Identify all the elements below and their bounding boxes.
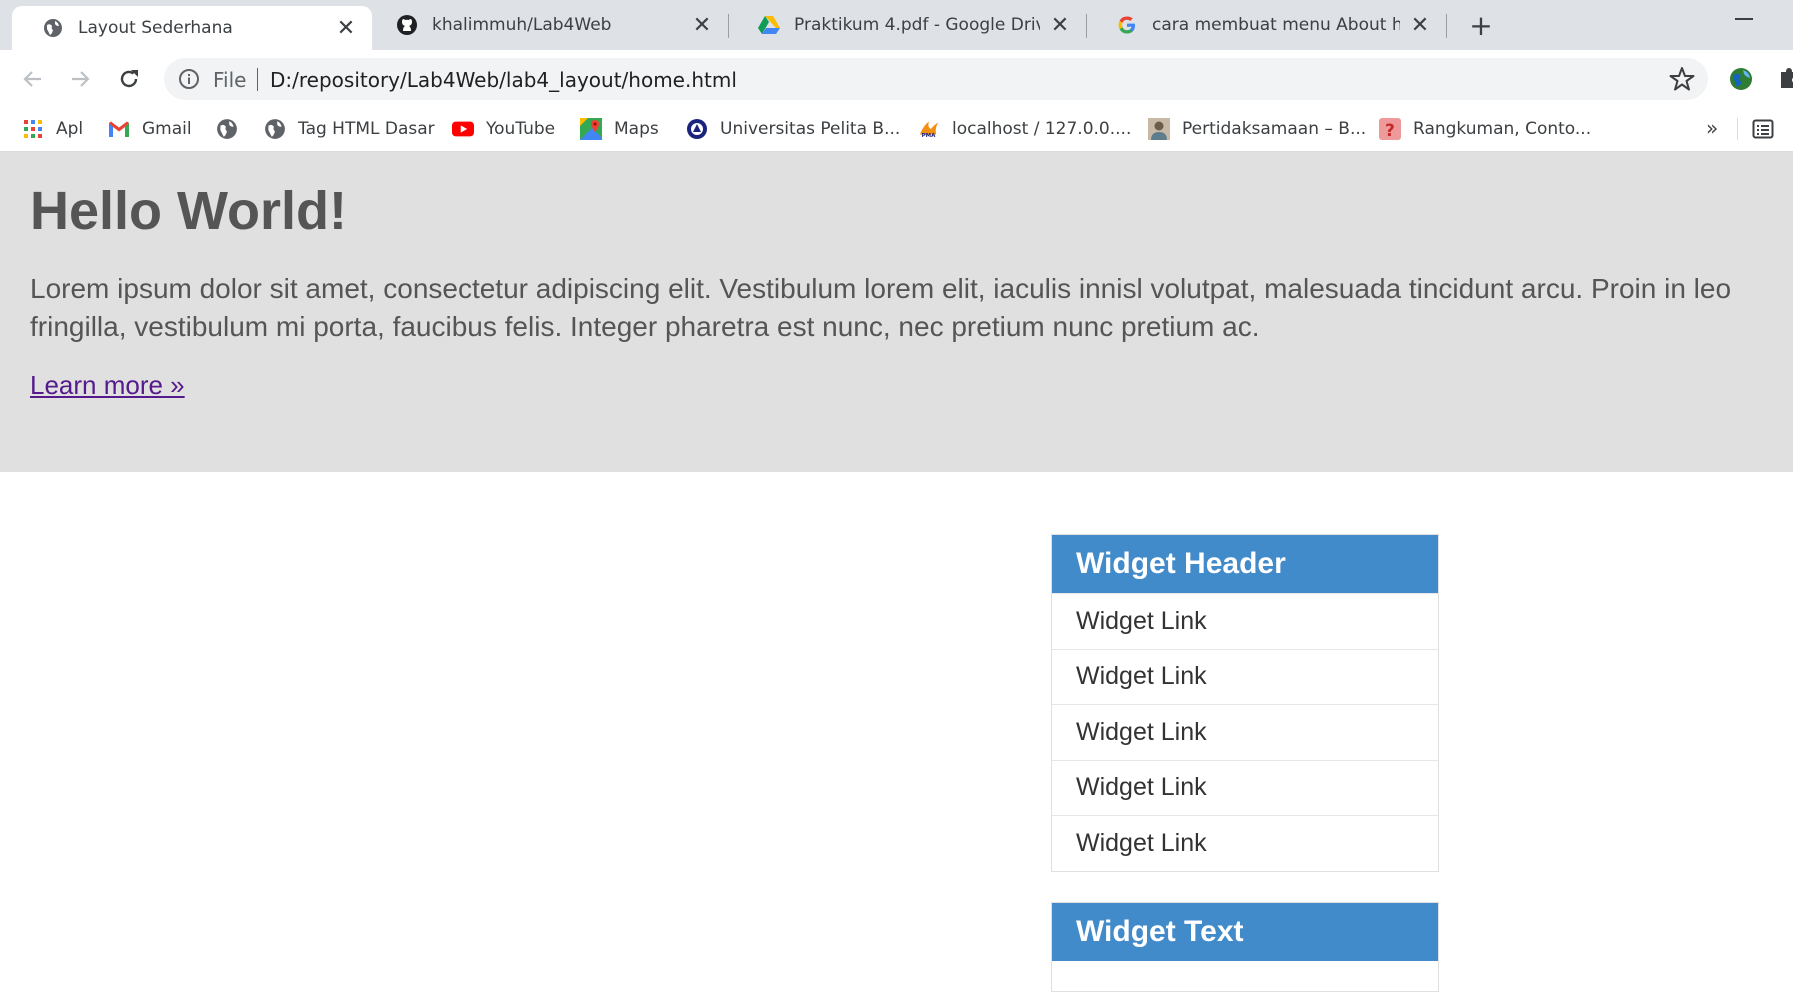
reload-icon: [120, 70, 138, 88]
google-drive-icon: [758, 14, 780, 36]
bookmark-label: Gmail: [142, 119, 192, 139]
jumbotron: Hello World! Lorem ipsum dolor sit amet,…: [0, 152, 1793, 472]
phpmyadmin-icon: PMA: [918, 118, 940, 140]
widget-link[interactable]: Widget Link: [1052, 648, 1438, 705]
close-icon[interactable]: ✕: [334, 16, 358, 41]
reading-list-icon[interactable]: [1752, 118, 1774, 140]
arrow-right-icon: [72, 71, 90, 87]
minimize-button[interactable]: [1735, 18, 1753, 20]
bookmark-label: localhost / 127.0.0....: [952, 119, 1132, 139]
university-icon: [686, 118, 708, 140]
widget-link[interactable]: Widget Link: [1052, 704, 1438, 760]
apps-grid-icon: [22, 118, 44, 140]
svg-text:?: ?: [1385, 121, 1395, 140]
browser-toolbar: File D:/repository/Lab4Web/lab4_layout/h…: [0, 50, 1793, 106]
bookmark-youtube[interactable]: YouTube: [452, 106, 555, 152]
scheme-label: File: [213, 68, 247, 92]
widget-header: Widget Header: [1052, 535, 1438, 593]
bookmarks-bar: Apl Gmail Tag HTML Dasar YouTube Maps Un…: [0, 106, 1793, 152]
globe-icon: [42, 17, 64, 39]
bookmark-globe[interactable]: [216, 106, 250, 152]
globe-icon: [216, 118, 238, 140]
tab-title: Praktikum 4.pdf - Google Drive: [794, 15, 1040, 35]
close-icon[interactable]: ✕: [690, 13, 714, 38]
info-icon[interactable]: [178, 68, 200, 90]
bookmark-label: Pertidaksamaan – B...: [1182, 119, 1367, 139]
tab-google-drive[interactable]: Praktikum 4.pdf - Google Drive ✕: [728, 0, 1086, 50]
widget-link[interactable]: Widget Link: [1052, 759, 1438, 816]
bookmark-pertidaksamaan[interactable]: Pertidaksamaan – B...: [1148, 106, 1366, 152]
widget-links: Widget Header Widget Link Widget Link Wi…: [1051, 534, 1439, 872]
gmail-icon: [108, 118, 130, 140]
url-text[interactable]: D:/repository/Lab4Web/lab4_layout/home.h…: [270, 68, 737, 92]
bookmarks-overflow-button[interactable]: »: [1706, 116, 1718, 140]
bookmark-maps[interactable]: Maps: [580, 106, 659, 152]
arrow-left-icon: [23, 71, 41, 87]
widget-text: Widget Text: [1051, 902, 1439, 992]
tab-layout-sederhana[interactable]: Layout Sederhana ✕: [12, 6, 372, 50]
bookmark-label: Maps: [614, 119, 659, 139]
jumbotron-text: Lorem ipsum dolor sit amet, consectetur …: [30, 273, 1732, 342]
youtube-icon: [452, 118, 474, 140]
bookmark-label: Universitas Pelita B...: [720, 119, 901, 139]
reload-button[interactable]: [114, 64, 144, 94]
google-icon: [1116, 14, 1138, 36]
page-viewport: Hello World! Lorem ipsum dolor sit amet,…: [0, 152, 1793, 992]
widget-header: Widget Text: [1052, 903, 1438, 961]
bookmark-apps[interactable]: Apl: [22, 106, 83, 152]
bookmark-tag-html-dasar[interactable]: Tag HTML Dasar: [264, 106, 435, 152]
portrait-icon: [1148, 118, 1170, 140]
svg-text:PMA: PMA: [922, 133, 937, 139]
globe-icon: [264, 118, 286, 140]
bookmark-rangkuman[interactable]: ? Rangkuman, Conto...: [1379, 106, 1591, 152]
github-icon: [396, 14, 418, 36]
extensions-puzzle-icon[interactable]: [1778, 66, 1793, 92]
back-button[interactable]: [18, 64, 48, 94]
bookmark-star-icon[interactable]: [1669, 66, 1695, 92]
bookmark-universitas-pelita[interactable]: Universitas Pelita B...: [686, 106, 900, 152]
tab-github[interactable]: khalimmuh/Lab4Web ✕: [366, 0, 728, 50]
forward-button[interactable]: [65, 64, 95, 94]
new-tab-button[interactable]: +: [1466, 9, 1496, 42]
bookmark-label: YouTube: [486, 119, 556, 139]
tab-title: khalimmuh/Lab4Web: [432, 15, 612, 35]
widget-link[interactable]: Widget Link: [1052, 815, 1438, 871]
learn-more-link[interactable]: Learn more »: [30, 370, 185, 401]
extension-globe-icon[interactable]: [1728, 66, 1754, 92]
address-bar[interactable]: File D:/repository/Lab4Web/lab4_layout/h…: [164, 58, 1708, 100]
tab-separator: [1446, 14, 1447, 38]
close-icon[interactable]: ✕: [1048, 13, 1072, 38]
bookmark-label: Tag HTML Dasar: [298, 119, 435, 139]
bookmarks-separator: [1737, 118, 1738, 140]
tab-strip: Layout Sederhana ✕ khalimmuh/Lab4Web ✕ P…: [0, 0, 1793, 50]
tab-google-search[interactable]: cara membuat menu About html ✕: [1086, 0, 1446, 50]
bookmark-gmail[interactable]: Gmail: [108, 106, 192, 152]
maps-icon: [580, 118, 602, 140]
tab-title: Layout Sederhana: [78, 18, 233, 38]
bookmark-label: Apl: [56, 119, 84, 139]
question-icon: ?: [1379, 118, 1401, 140]
bookmark-label: Rangkuman, Conto...: [1413, 119, 1592, 139]
address-divider: [257, 68, 258, 91]
widget-link[interactable]: Widget Link: [1052, 593, 1438, 649]
tab-title: cara membuat menu About html: [1152, 15, 1400, 35]
bookmark-localhost[interactable]: PMA localhost / 127.0.0....: [918, 106, 1131, 152]
page-heading: Hello World!: [30, 181, 347, 241]
close-icon[interactable]: ✕: [1408, 13, 1432, 38]
